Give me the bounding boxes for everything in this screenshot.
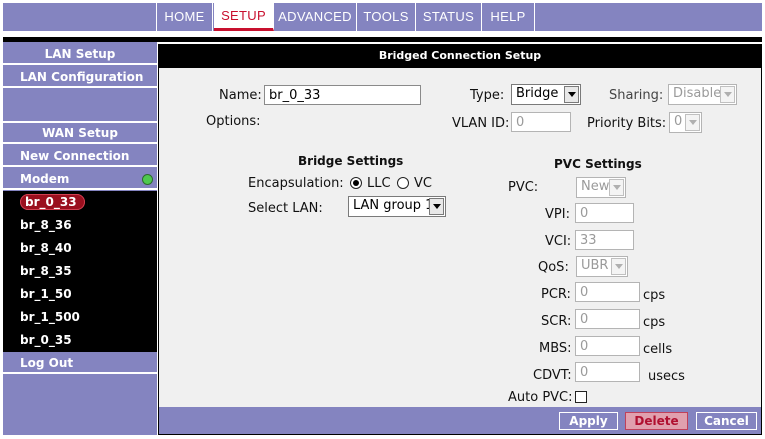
vpi-input[interactable] [575,203,634,223]
auto-pvc-label: Auto PVC: [508,390,573,405]
sidebar-item-new-connection[interactable]: New Connection [3,146,157,167]
vci-input[interactable] [575,230,634,250]
sidebar-connection-br-0-33[interactable]: br_0_33 [3,191,157,214]
type-select[interactable]: Bridge [511,84,581,105]
sidebar-connection-br-8-40[interactable]: br_8_40 [3,237,157,260]
pvc-settings-title: PVC Settings [554,157,642,171]
select-lan-label: Select LAN: [248,201,323,216]
tab-advanced[interactable]: ADVANCED [274,3,357,31]
auto-pvc-checkbox[interactable] [575,391,587,403]
tab-tools[interactable]: TOOLS [357,3,416,31]
select-lan-select[interactable]: LAN group 1 [348,196,446,217]
priority-bits-label: Priority Bits: [587,116,667,131]
sidebar-spacer [3,90,157,123]
status-indicator-icon [142,174,153,185]
options-label: Options: [206,114,261,129]
nav-left-block [3,3,156,31]
vci-label: VCI: [545,234,572,249]
type-label: Type: [470,88,505,103]
sharing-select-value: Disable [673,86,722,101]
scr-unit: cps [643,315,666,330]
sidebar-item-logout[interactable]: Log Out [3,353,157,374]
tab-status[interactable]: STATUS [416,3,482,31]
cdvt-unit: usecs [648,369,685,384]
chevron-down-icon [720,86,735,103]
encapsulation-vc-radio[interactable] [397,177,409,189]
sidebar-item-modem[interactable]: Modem [3,169,157,190]
mbs-input[interactable] [575,336,640,356]
pvc-label: PVC: [508,180,539,195]
pcr-label: PCR: [541,287,571,302]
vlan-id-label: VLAN ID: [452,116,510,131]
sidebar-connection-label: br_0_33 [20,194,85,210]
chevron-down-icon [609,179,624,196]
select-lan-value: LAN group 1 [353,198,434,213]
cdvt-input[interactable] [575,362,640,382]
pcr-unit: cps [643,288,666,303]
encapsulation-label: Encapsulation: [248,176,344,191]
sidebar-item-modem-label: Modem [20,172,70,186]
chevron-down-icon [611,258,626,275]
priority-bits-select[interactable]: 0 [669,112,702,133]
pvc-select-value: New [581,179,610,194]
scr-label: SCR: [541,314,572,329]
chevron-down-icon [564,86,579,103]
cancel-button[interactable]: Cancel [696,412,757,430]
scr-input[interactable] [575,309,640,329]
chevron-down-icon [429,198,444,215]
sidebar-header-wan: WAN Setup [3,123,157,144]
bridge-settings-title: Bridge Settings [298,154,404,168]
type-select-value: Bridge [516,86,559,101]
encapsulation-vc-label: VC [414,176,432,191]
mbs-label: MBS: [539,341,572,356]
encapsulation-llc-radio[interactable] [350,177,362,189]
vpi-label: VPI: [545,207,570,222]
tab-setup[interactable]: SETUP [214,3,274,31]
qos-select-value: UBR [581,258,609,273]
pvc-select[interactable]: New [576,177,626,198]
vlan-id-input[interactable] [511,112,571,132]
sidebar-connection-br-0-35[interactable]: br_0_35 [3,329,157,352]
page-title: Bridged Connection Setup [158,44,762,68]
sharing-label: Sharing: [609,88,664,103]
delete-button[interactable]: Delete [625,412,688,430]
tab-home[interactable]: HOME [157,3,213,31]
apply-button[interactable]: Apply [559,412,618,430]
sidebar-header-lan: LAN Setup [3,44,157,65]
sidebar-connection-br-1-50[interactable]: br_1_50 [3,283,157,306]
tab-help[interactable]: HELP [482,3,535,31]
sidebar-connection-br-1-500[interactable]: br_1_500 [3,306,157,329]
sidebar-connection-br-8-35[interactable]: br_8_35 [3,260,157,283]
name-label: Name: [219,88,262,103]
qos-label: QoS: [538,260,569,275]
encapsulation-llc-label: LLC [367,176,391,191]
cdvt-label: CDVT: [533,368,572,383]
sharing-select[interactable]: Disable [668,84,737,105]
mbs-unit: cells [643,342,673,357]
qos-select[interactable]: UBR [576,256,628,277]
pcr-input[interactable] [575,282,640,302]
name-input[interactable] [264,85,421,105]
priority-bits-value: 0 [674,114,683,129]
sidebar-connection-br-8-36[interactable]: br_8_36 [3,214,157,237]
sidebar-item-lan-configuration[interactable]: LAN Configuration [3,67,157,88]
chevron-down-icon [685,114,700,131]
